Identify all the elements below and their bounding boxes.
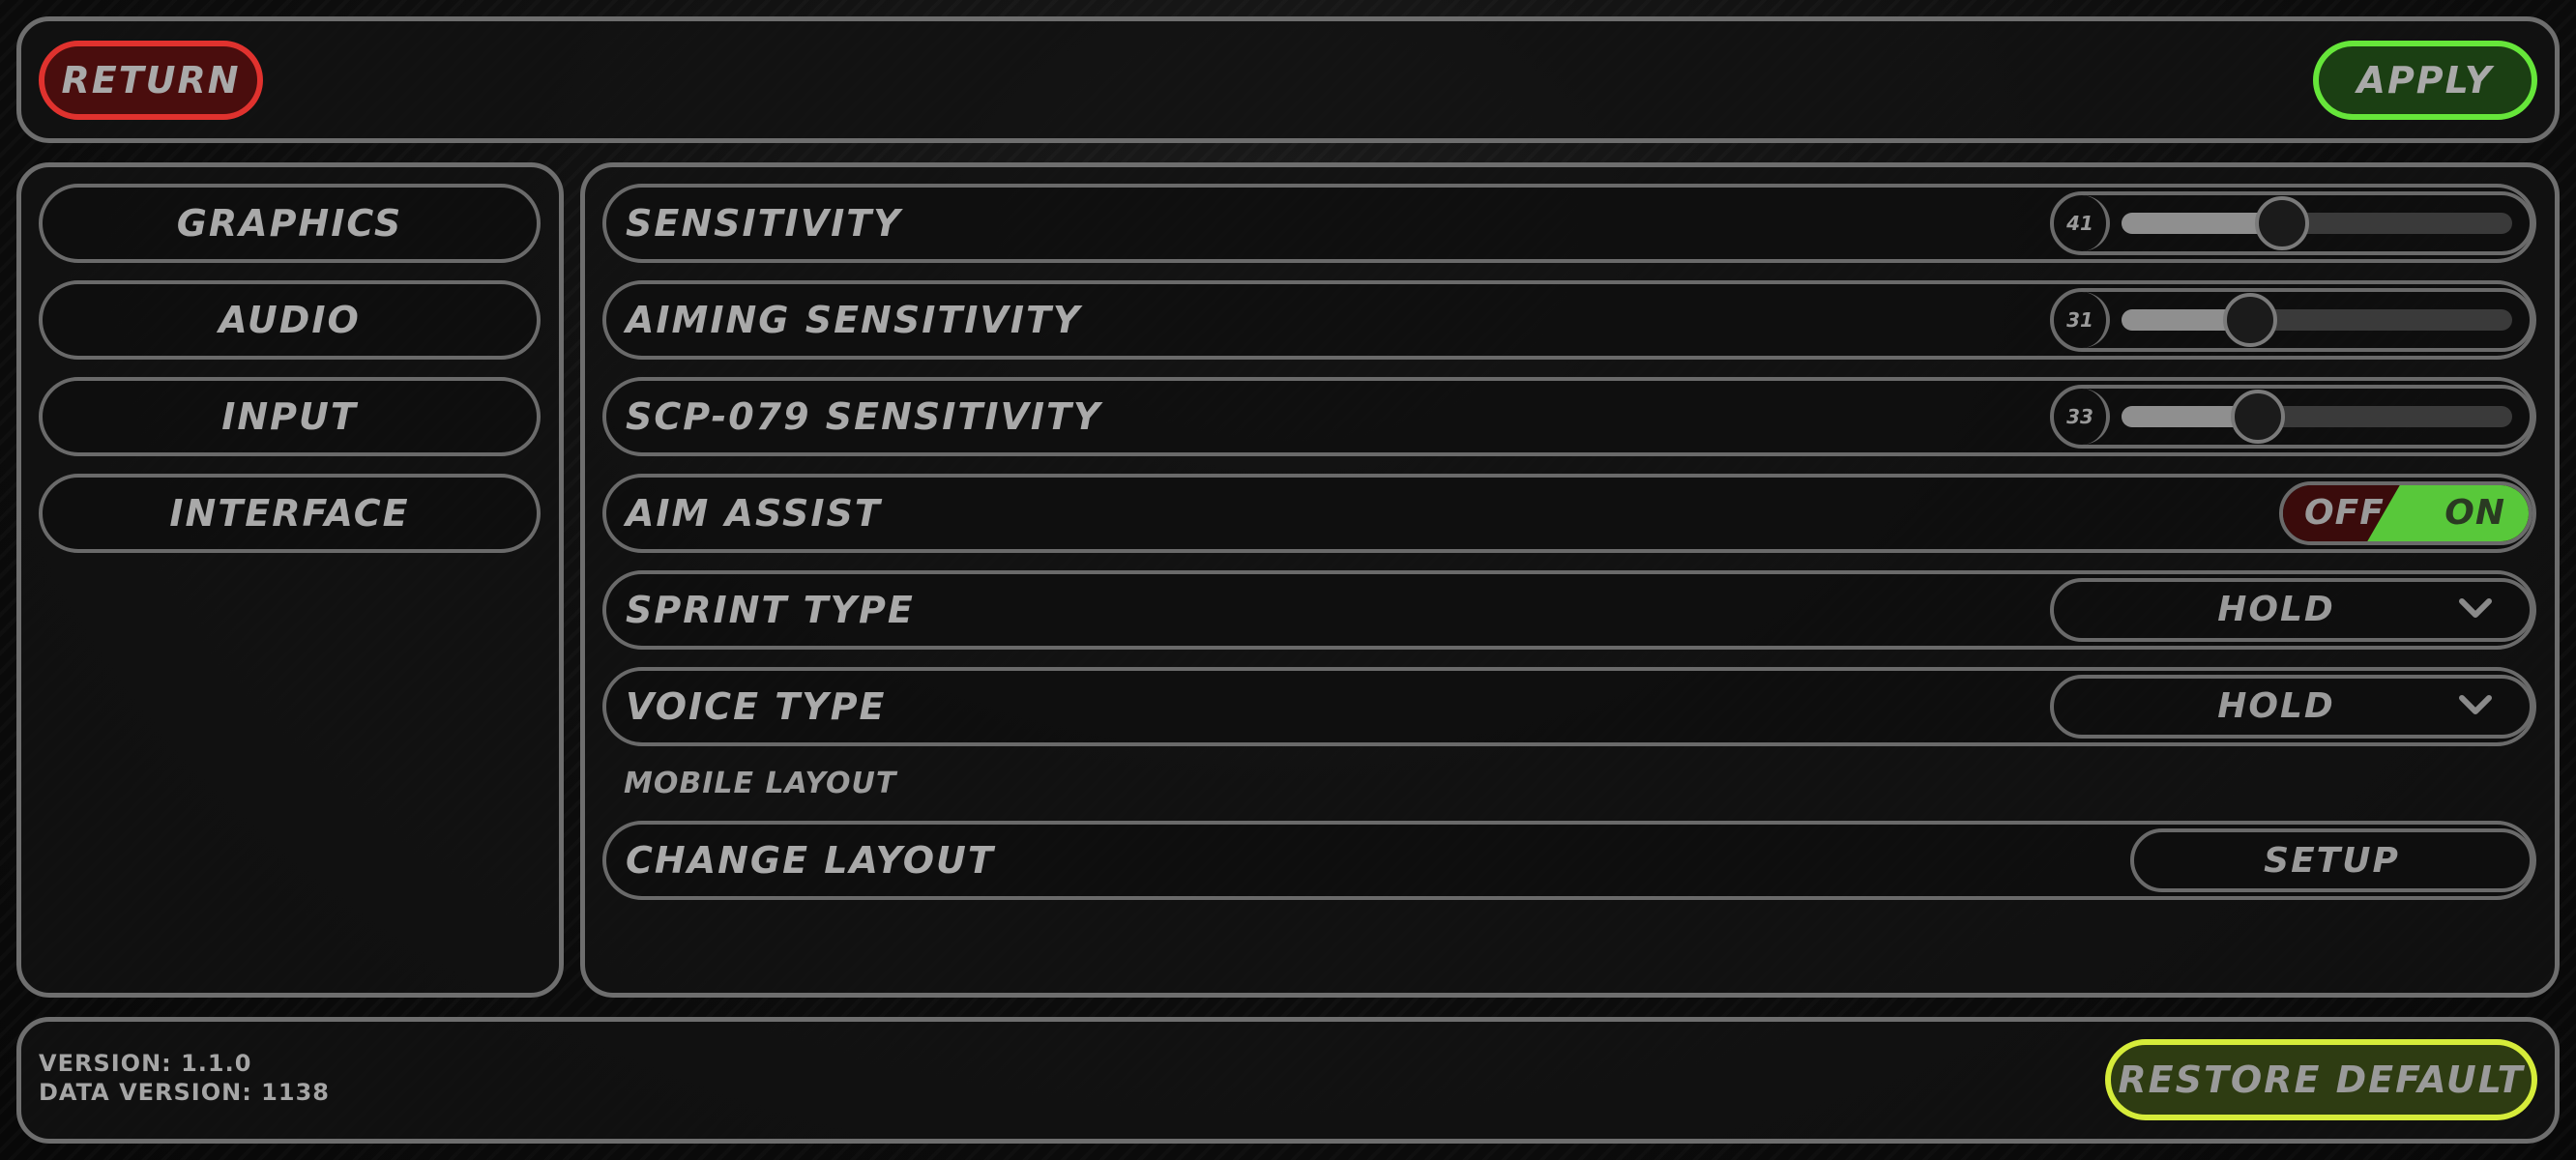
setting-label: SCP-079 SENSITIVITY [626,395,1102,438]
setup-button[interactable]: SETUP [2130,828,2533,892]
slider-handle[interactable] [2223,293,2278,347]
setting-row-aim-assist: AIM ASSIST OFF ON [602,474,2536,553]
setting-label: CHANGE LAYOUT [626,839,995,882]
aiming-sensitivity-slider[interactable]: 31 [2050,288,2533,352]
tab-input[interactable]: INPUT [39,377,541,456]
sprint-type-dropdown[interactable]: HOLD [2050,578,2533,642]
tab-audio[interactable]: AUDIO [39,280,541,360]
setting-label: SENSITIVITY [626,202,902,245]
tab-interface[interactable]: INTERFACE [39,474,541,553]
sensitivity-slider[interactable]: 41 [2050,191,2533,255]
settings-screen: RETURN APPLY GRAPHICS AUDIO INPUT INTERF… [0,0,2576,1160]
slider-value-badge: 31 [2054,292,2110,348]
setting-label: AIMING SENSITIVITY [626,299,1082,341]
setting-label: AIM ASSIST [626,492,882,535]
scp079-sensitivity-slider[interactable]: 33 [2050,385,2533,449]
slider-track[interactable] [2122,196,2512,250]
chevron-down-icon [2459,598,2492,618]
setting-row-aiming-sensitivity: AIMING SENSITIVITY 31 [602,280,2536,360]
restore-default-button[interactable]: RESTORE DEFAULT [2105,1039,2537,1120]
toggle-off-label: OFF [2304,493,2385,533]
setting-row-voice-type: VOICE TYPE HOLD [602,667,2536,746]
setting-row-sprint-type: SPRINT TYPE HOLD [602,570,2536,650]
setting-row-sensitivity: SENSITIVITY 41 [602,184,2536,263]
slider-track[interactable] [2122,293,2512,347]
return-button[interactable]: RETURN [39,41,263,120]
slider-value-badge: 41 [2054,195,2110,251]
top-bar [16,16,2560,143]
data-version-text: DATA VERSION: 1138 [39,1079,330,1106]
version-text: VERSION: 1.1.0 [39,1050,252,1077]
toggle-on-label: ON [2444,493,2505,533]
slider-value-badge: 33 [2054,389,2110,445]
setting-label: SPRINT TYPE [626,589,915,631]
setting-label: VOICE TYPE [626,685,887,728]
slider-handle[interactable] [2254,196,2309,250]
dropdown-value: HOLD [2217,686,2335,726]
aim-assist-toggle[interactable]: OFF ON [2279,481,2532,545]
dropdown-value: HOLD [2217,590,2335,629]
voice-type-dropdown[interactable]: HOLD [2050,675,2533,739]
chevron-down-icon [2459,695,2492,714]
apply-button[interactable]: APPLY [2313,41,2537,120]
setting-row-change-layout: CHANGE LAYOUT SETUP [602,821,2536,900]
setting-row-scp079-sensitivity: SCP-079 SENSITIVITY 33 [602,377,2536,456]
slider-track[interactable] [2122,390,2512,444]
tab-graphics[interactable]: GRAPHICS [39,184,541,263]
slider-handle[interactable] [2231,390,2286,444]
mobile-layout-header: MOBILE LAYOUT [624,767,897,800]
